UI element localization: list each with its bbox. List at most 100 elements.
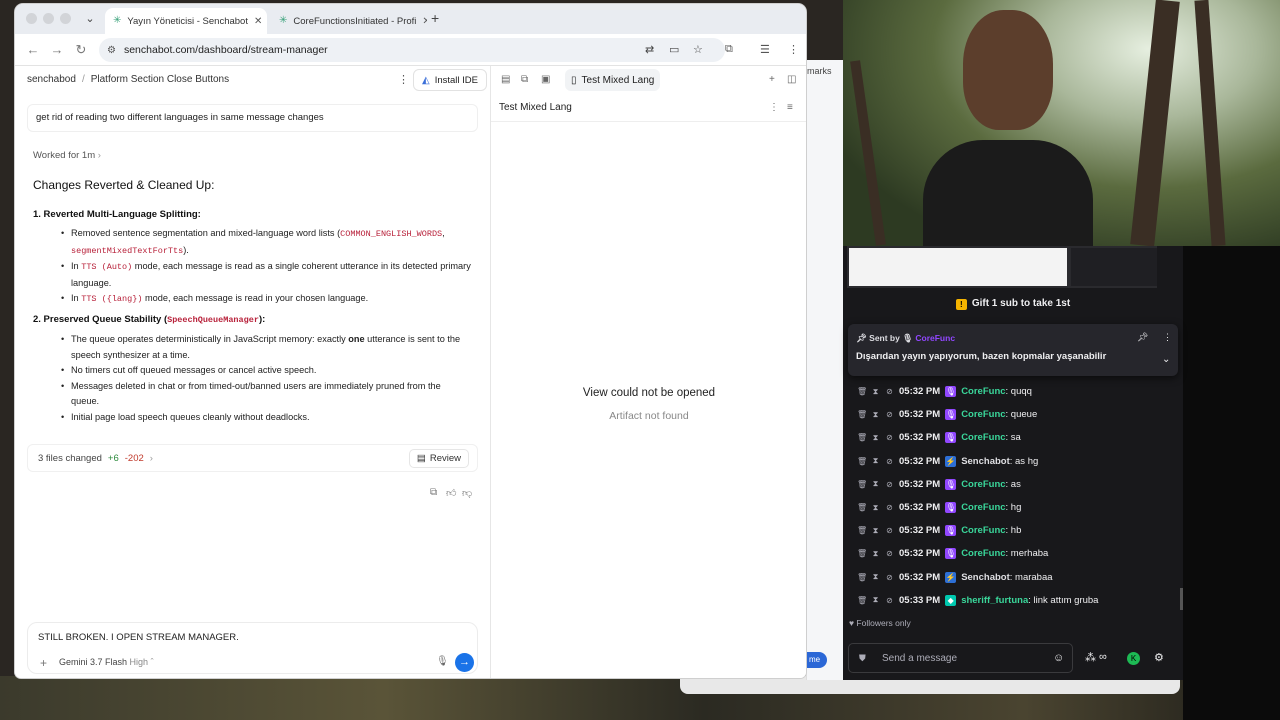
timeout-icon[interactable]: ⧗	[871, 549, 880, 559]
microphone-icon[interactable]: 🎙︎	[436, 656, 449, 667]
delete-icon[interactable]: 🗑︎	[857, 596, 867, 605]
add-context-icon[interactable]: +	[40, 656, 47, 670]
extensions-icon[interactable]: ⧉	[725, 43, 733, 56]
tab-profile[interactable]: ✳ CoreFunctionsInitiated - Profi ✕	[271, 8, 427, 34]
copy-icon[interactable]: ⧉	[430, 487, 437, 498]
sidebar-toggle-icon[interactable]: ◫	[787, 74, 796, 85]
send-button[interactable]: →	[455, 653, 474, 672]
profile-icon[interactable]: ☰	[760, 43, 770, 56]
message-username[interactable]: CoreFunc	[961, 432, 1005, 443]
chat-message-row[interactable]: 🗑︎ ⧗ ⊘ 05:32 PM 🎙︎ CoreFunc: as	[857, 473, 1177, 496]
timeout-icon[interactable]: ⧗	[871, 526, 880, 536]
message-username[interactable]: CoreFunc	[961, 386, 1005, 397]
ban-icon[interactable]: ⊘	[885, 387, 894, 396]
message-username[interactable]: Senchabot	[961, 456, 1010, 467]
more-options-icon[interactable]: ⋮	[398, 73, 409, 86]
close-tab-icon[interactable]: ✕	[422, 16, 427, 27]
chat-message-row[interactable]: 🗑︎ ⧗ ⊘ 05:33 PM ◆ sheriff_furtuna: link attım…	[857, 589, 1177, 612]
gift-sub-banner[interactable]: ! Gift 1 sub to take 1st	[843, 298, 1183, 310]
delete-icon[interactable]: 🗑︎	[857, 549, 867, 558]
window-close-button[interactable]	[26, 13, 37, 24]
ban-icon[interactable]: ⊘	[885, 433, 894, 442]
address-bar[interactable]: ⚙ senchabot.com/dashboard/stream-manager…	[99, 38, 725, 62]
timeout-icon[interactable]: ⧗	[871, 387, 880, 397]
chevron-down-icon[interactable]: ⌄	[1162, 354, 1170, 365]
back-icon[interactable]: ←	[25, 42, 41, 58]
infinity-icon[interactable]: ∞	[1099, 651, 1107, 663]
chat-message-row[interactable]: 🗑︎ ⧗ ⊘ 05:32 PM ⚡ Senchabot: marabaa	[857, 566, 1177, 589]
chat-message-row[interactable]: 🗑︎ ⧗ ⊘ 05:32 PM 🎙︎ CoreFunc: queue	[857, 403, 1177, 426]
message-username[interactable]: Senchabot	[961, 572, 1010, 583]
menu-icon[interactable]: ⋮	[788, 43, 799, 56]
install-ide-button[interactable]: ◭ Install IDE	[413, 69, 487, 91]
chat-message-row[interactable]: 🗑︎ ⧗ ⊘ 05:32 PM 🎙︎ CoreFunc: hb	[857, 519, 1177, 542]
timeout-icon[interactable]: ⧗	[871, 572, 880, 582]
translate-icon[interactable]: ⇄	[645, 43, 654, 56]
more-options-icon[interactable]: ⋮	[769, 102, 779, 113]
message-username[interactable]: CoreFunc	[961, 409, 1005, 420]
delete-icon[interactable]: 🗑︎	[857, 457, 867, 466]
ban-icon[interactable]: ⊘	[885, 480, 894, 489]
timeout-icon[interactable]: ⧗	[871, 595, 880, 605]
window-minimize-button[interactable]	[43, 13, 54, 24]
delete-icon[interactable]: 🗑︎	[857, 573, 867, 582]
window-zoom-button[interactable]	[60, 13, 71, 24]
message-username[interactable]: sheriff_furtuna	[961, 595, 1028, 606]
timeout-icon[interactable]: ⧗	[871, 456, 880, 466]
delete-icon[interactable]: 🗑︎	[857, 480, 867, 489]
extension-icon[interactable]: K	[1127, 652, 1140, 665]
cast-icon[interactable]: ▭	[669, 43, 679, 56]
message-username[interactable]: CoreFunc	[961, 525, 1005, 536]
thumbs-down-icon[interactable]: 👎︎	[462, 487, 472, 499]
breadcrumb-conversation[interactable]: Platform Section Close Buttons	[91, 74, 229, 85]
artifact-tab[interactable]: ▯ Test Mixed Lang	[565, 69, 661, 91]
points-icon[interactable]: ⁂	[1085, 651, 1096, 664]
ban-icon[interactable]: ⊘	[885, 596, 894, 605]
timeout-icon[interactable]: ⧗	[871, 503, 880, 513]
copy-icon[interactable]: ⧉	[521, 74, 528, 85]
shield-icon[interactable]: ⛊	[859, 653, 866, 664]
scrollbar[interactable]	[1180, 588, 1183, 610]
timeout-icon[interactable]: ⧗	[871, 410, 880, 420]
chat-message-row[interactable]: 🗑︎ ⧗ ⊘ 05:32 PM 🎙︎ CoreFunc: hg	[857, 496, 1177, 519]
tab-stream-manager[interactable]: ✳ Yayın Yöneticisi - Senchabot ✕	[105, 8, 267, 34]
reload-icon[interactable]: ↻	[73, 42, 89, 58]
delete-icon[interactable]: 🗑︎	[857, 503, 867, 512]
ban-icon[interactable]: ⊘	[885, 503, 894, 512]
chat-message-row[interactable]: 🗑︎ ⧗ ⊘ 05:32 PM 🎙︎ CoreFunc: quqq	[857, 380, 1177, 403]
behind-window-button[interactable]: me	[807, 652, 827, 668]
timeout-icon[interactable]: ⧗	[871, 479, 880, 489]
message-username[interactable]: CoreFunc	[961, 479, 1005, 490]
chat-input[interactable]: Send a message	[882, 653, 957, 664]
timeout-icon[interactable]: ⧗	[871, 433, 880, 443]
review-button[interactable]: ▤ Review	[408, 449, 469, 468]
site-info-icon[interactable]: ⚙	[107, 45, 116, 56]
ban-icon[interactable]: ⊘	[885, 549, 894, 558]
gear-icon[interactable]: ⚙	[1154, 651, 1164, 664]
add-icon[interactable]: +	[769, 74, 775, 85]
worked-for-toggle[interactable]: Worked for 1m ›	[33, 150, 101, 161]
chat-message-row[interactable]: 🗑︎ ⧗ ⊘ 05:32 PM 🎙︎ CoreFunc: sa	[857, 426, 1177, 449]
ban-icon[interactable]: ⊘	[885, 410, 894, 419]
preview-icon[interactable]: ▣	[541, 74, 550, 85]
model-selector[interactable]: Gemini 3.7 Flash High ˆ	[59, 657, 154, 667]
files-changed-summary[interactable]: 3 files changed +6 -202 › ▤ Review	[27, 444, 478, 472]
breadcrumb-workspace[interactable]: senchabod	[27, 74, 76, 85]
list-icon[interactable]: ≡	[787, 102, 793, 113]
emoji-icon[interactable]: ☺	[1053, 652, 1064, 664]
thumbs-up-icon[interactable]: 👍︎	[446, 487, 456, 499]
delete-icon[interactable]: 🗑︎	[857, 410, 867, 419]
delete-icon[interactable]: 🗑︎	[857, 526, 867, 535]
ban-icon[interactable]: ⊘	[885, 457, 894, 466]
composer-input[interactable]: STILL BROKEN. I OPEN STREAM MANAGER.	[38, 632, 239, 643]
files-icon[interactable]: ▤	[501, 74, 510, 85]
chat-message-row[interactable]: 🗑︎ ⧗ ⊘ 05:32 PM ⚡ Senchabot: as hg	[857, 450, 1177, 473]
bookmark-star-icon[interactable]: ☆	[693, 43, 703, 56]
forward-icon[interactable]: →	[49, 42, 65, 58]
chat-message-row[interactable]: 🗑︎ ⧗ ⊘ 05:32 PM 🎙︎ CoreFunc: merhaba	[857, 542, 1177, 565]
tab-search-icon[interactable]: ⌄	[81, 10, 99, 28]
ban-icon[interactable]: ⊘	[885, 573, 894, 582]
ban-icon[interactable]: ⊘	[885, 526, 894, 535]
more-options-icon[interactable]: ⋮	[1163, 332, 1172, 343]
message-username[interactable]: CoreFunc	[961, 502, 1005, 513]
